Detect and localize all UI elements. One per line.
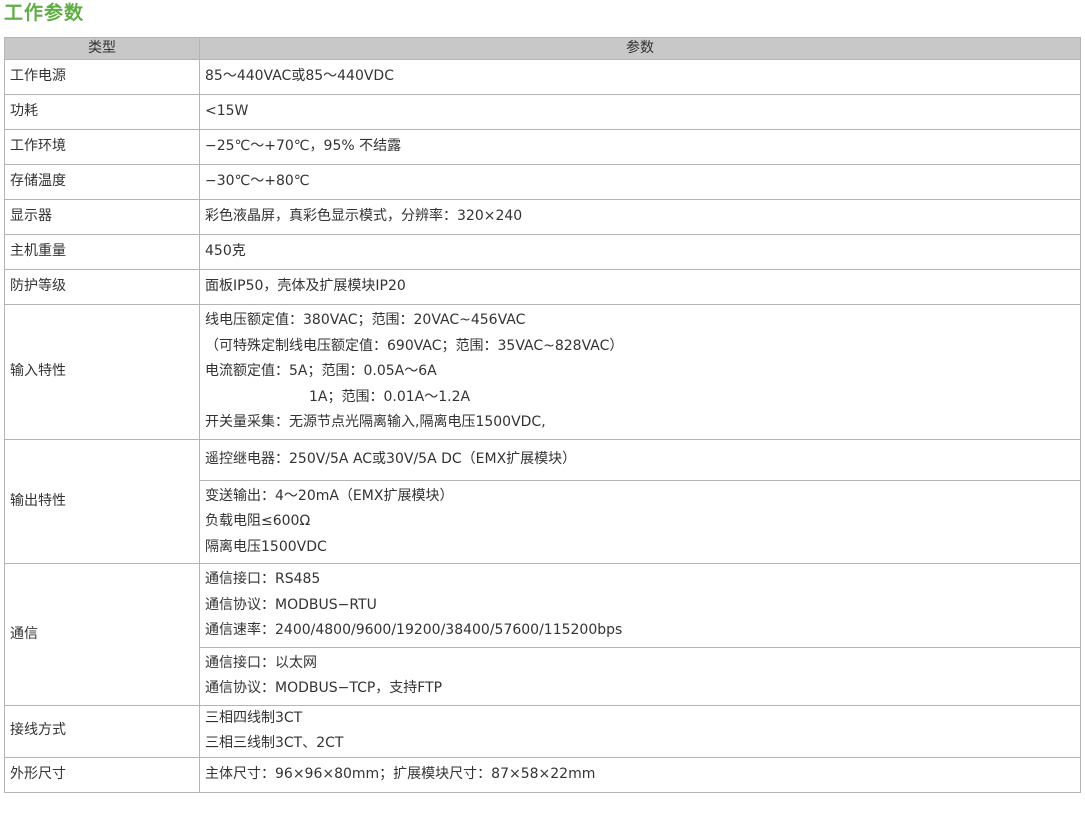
output-line: 变送输出：4～20mA（EMX扩展模块） (205, 487, 454, 504)
comm-line: 通信速率：2400/4800/9600/19200/38400/57600/11… (205, 622, 623, 638)
table-row: 接线方式 三相四线制3CT 三相三线制3CT、2CT (4, 704, 1081, 758)
row-value: −25℃～+70℃，95% 不结露 (199, 129, 1081, 165)
row-value: 三相四线制3CT 三相三线制3CT、2CT (199, 704, 1081, 758)
row-value: 彩色液晶屏，真彩色显示模式，分辨率：320×240 (199, 199, 1081, 235)
row-label: 防护等级 (4, 269, 200, 305)
wiring-line: 三相四线制3CT (205, 709, 303, 726)
comm-line: 通信协议：MODBUS−RTU (205, 596, 377, 613)
row-value: <15W (199, 94, 1081, 130)
row-value: −30℃～+80℃ (199, 164, 1081, 200)
table-row: 输出特性 遥控继电器：250V/5A AC或30V/5A DC（EMX扩展模块） (4, 438, 1081, 564)
input-line: 线电压额定值：380VAC；范围：20VAC~456VAC (205, 312, 526, 328)
row-label: 输入特性 (4, 304, 200, 440)
comm-line: 通信接口：以太网 (205, 654, 317, 671)
output-line: 隔离电压1500VDC (205, 538, 327, 555)
input-line: （可特殊定制线电压额定值：690VAC；范围：35VAC~828VAC） (205, 337, 624, 354)
spec-table: 类型 参数 工作电源 85～440VAC或85～440VDC 功耗 <15W 工… (4, 37, 1081, 793)
table-row: 显示器 彩色液晶屏，真彩色显示模式，分辨率：320×240 (4, 199, 1081, 235)
row-value: 通信接口：以太网 通信协议：MODBUS−TCP，支持FTP (199, 646, 1081, 706)
row-label: 外形尺寸 (4, 756, 200, 793)
comm-line: 通信协议：MODBUS−TCP，支持FTP (205, 680, 443, 696)
wiring-line: 三相三线制3CT、2CT (205, 735, 344, 751)
header-param: 参数 (199, 37, 1081, 60)
input-line: 电流额定值：5A；范围：0.05A～6A (205, 363, 437, 379)
table-row: 工作环境 −25℃～+70℃，95% 不结露 (4, 129, 1081, 165)
table-row: 外形尺寸 主体尺寸：96×96×80mm；扩展模块尺寸：87×58×22mm (4, 756, 1081, 793)
comm-line: 通信接口：RS485 (205, 571, 321, 587)
row-label: 工作电源 (4, 59, 200, 95)
row-label: 输出特性 (4, 438, 200, 564)
table-row: 工作电源 85～440VAC或85～440VDC (4, 59, 1081, 95)
table-row: 存储温度 −30℃～+80℃ (4, 164, 1081, 200)
table-row: 功耗 <15W (4, 94, 1081, 130)
input-line: 开关量采集：无源节点光隔离输入,隔离电压1500VDC, (205, 414, 546, 430)
row-label: 通信 (4, 563, 200, 706)
row-label: 功耗 (4, 94, 200, 130)
table-row: 主机重量 450克 (4, 234, 1081, 270)
row-label: 存储温度 (4, 164, 200, 200)
table-row: 防护等级 面板IP50，壳体及扩展模块IP20 (4, 269, 1081, 305)
output-line: 负载电阻≤600Ω (205, 513, 311, 529)
table-header-row: 类型 参数 (4, 37, 1081, 60)
table-row: 通信 通信接口：RS485 通信协议：MODBUS−RTU 通信速率：2400/… (4, 563, 1081, 706)
header-type: 类型 (4, 37, 200, 60)
input-line: 1A；范围：0.01A～1.2A (309, 388, 471, 405)
row-label: 接线方式 (4, 704, 200, 758)
row-value: 遥控继电器：250V/5A AC或30V/5A DC（EMX扩展模块） (199, 438, 1081, 481)
row-value: 85～440VAC或85～440VDC (199, 59, 1081, 95)
output-relay-line: 遥控继电器：250V/5A AC或30V/5A DC（EMX扩展模块） (205, 450, 577, 467)
row-label: 主机重量 (4, 234, 200, 270)
page-title: 工作参数 (4, 2, 85, 24)
row-value: 线电压额定值：380VAC；范围：20VAC~456VAC （可特殊定制线电压额… (199, 304, 1081, 440)
row-value: 变送输出：4～20mA（EMX扩展模块） 负载电阻≤600Ω 隔离电压1500V… (199, 479, 1081, 564)
row-label: 工作环境 (4, 129, 200, 165)
row-value: 面板IP50，壳体及扩展模块IP20 (199, 269, 1081, 305)
row-value: 450克 (199, 234, 1081, 270)
row-label: 显示器 (4, 199, 200, 235)
table-row: 输入特性 线电压额定值：380VAC；范围：20VAC~456VAC （可特殊定… (4, 304, 1081, 440)
row-value: 通信接口：RS485 通信协议：MODBUS−RTU 通信速率：2400/480… (199, 563, 1081, 648)
row-value: 主体尺寸：96×96×80mm；扩展模块尺寸：87×58×22mm (199, 756, 1081, 793)
